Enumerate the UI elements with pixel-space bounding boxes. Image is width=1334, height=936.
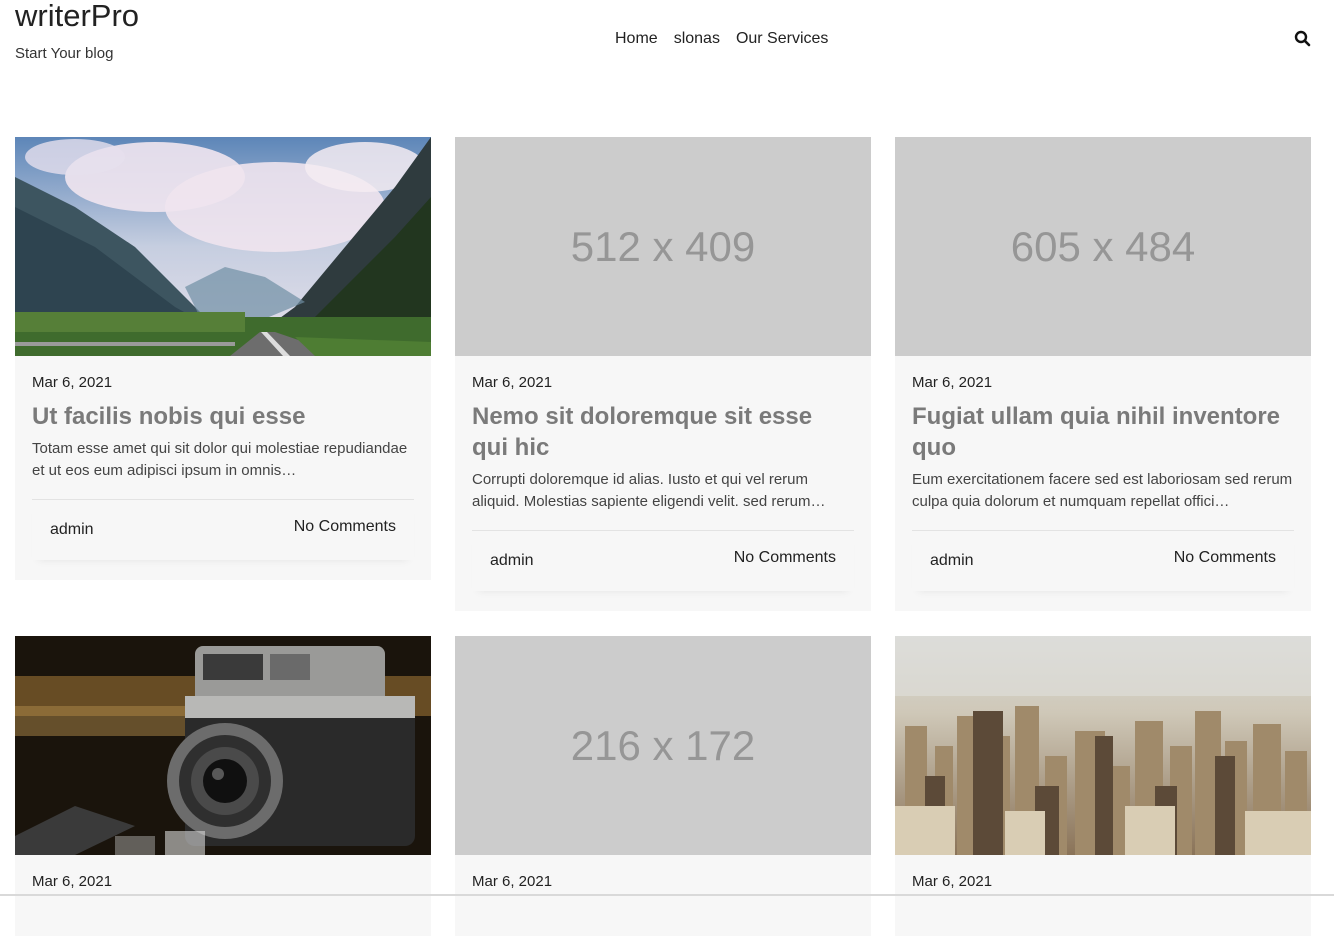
camera-image — [15, 636, 431, 855]
post-card-body: Mar 6, 2021 — [895, 855, 1311, 892]
post-date: Mar 6, 2021 — [472, 373, 854, 393]
post-card: 605 x 484 Mar 6, 2021 Fugiat ullam quia … — [895, 137, 1311, 611]
post-card-body: Mar 6, 2021 Fugiat ullam quia nihil inve… — [895, 356, 1311, 591]
post-date: Mar 6, 2021 — [32, 872, 414, 892]
main-nav: Home slonas Our Services — [607, 29, 836, 49]
post-image-placeholder[interactable]: 605 x 484 — [895, 137, 1311, 356]
post-excerpt: Corrupti doloremque id alias. Iusto et q… — [472, 469, 854, 513]
post-card-body: Mar 6, 2021 — [15, 855, 431, 892]
post-image-city[interactable] — [895, 636, 1311, 855]
nav-item-slonas[interactable]: slonas — [666, 29, 728, 49]
site-tagline: Start Your blog — [15, 44, 113, 64]
placeholder-label: 605 x 484 — [1011, 223, 1196, 271]
post-card-body: Mar 6, 2021 Ut facilis nobis qui esse To… — [15, 356, 431, 560]
post-card: Mar 6, 2021 Ut facilis nobis qui esse To… — [15, 137, 431, 580]
post-card: 216 x 172 Mar 6, 2021 — [455, 636, 871, 936]
nav-item-our-services[interactable]: Our Services — [728, 29, 836, 49]
post-author[interactable]: admin — [930, 552, 974, 570]
post-meta: admin No Comments — [32, 499, 414, 560]
post-excerpt: Totam esse amet qui sit dolor qui molest… — [32, 438, 414, 482]
placeholder-label: 512 x 409 — [571, 223, 756, 271]
search-button[interactable] — [1293, 29, 1313, 49]
post-card: 512 x 409 Mar 6, 2021 Nemo sit doloremqu… — [455, 137, 871, 611]
post-image-placeholder[interactable]: 216 x 172 — [455, 636, 871, 855]
post-image-mountain-road[interactable] — [15, 137, 431, 356]
post-comments-link[interactable]: No Comments — [294, 518, 396, 536]
post-image-camera[interactable] — [15, 636, 431, 855]
post-card: Mar 6, 2021 — [895, 636, 1311, 936]
post-comments-link[interactable]: No Comments — [1174, 549, 1276, 567]
post-excerpt: Eum exercitationem facere sed est labori… — [912, 469, 1294, 513]
mountain-road-image — [15, 137, 431, 356]
post-date: Mar 6, 2021 — [472, 872, 854, 892]
post-card-body: Mar 6, 2021 — [455, 855, 871, 892]
post-card-body: Mar 6, 2021 Nemo sit doloremque sit esse… — [455, 356, 871, 591]
site-title[interactable]: writerPro — [15, 0, 139, 36]
post-title[interactable]: Ut facilis nobis qui esse — [32, 401, 414, 432]
post-title[interactable]: Nemo sit doloremque sit esse qui hic — [472, 401, 854, 463]
post-meta: admin No Comments — [472, 530, 854, 591]
site-header: writerPro Start Your blog Home slonas Ou… — [0, 0, 1334, 90]
post-date: Mar 6, 2021 — [912, 872, 1294, 892]
post-author[interactable]: admin — [50, 521, 94, 539]
post-comments-link[interactable]: No Comments — [734, 549, 836, 567]
post-author[interactable]: admin — [490, 552, 534, 570]
post-meta: admin No Comments — [912, 530, 1294, 591]
city-image — [895, 636, 1311, 855]
post-title[interactable]: Fugiat ullam quia nihil inventore quo — [912, 401, 1294, 463]
placeholder-label: 216 x 172 — [571, 722, 756, 770]
post-card: Mar 6, 2021 — [15, 636, 431, 936]
post-date: Mar 6, 2021 — [912, 373, 1294, 393]
post-image-placeholder[interactable]: 512 x 409 — [455, 137, 871, 356]
post-date: Mar 6, 2021 — [32, 373, 414, 393]
nav-item-home[interactable]: Home — [607, 29, 666, 49]
search-icon — [1293, 29, 1313, 49]
